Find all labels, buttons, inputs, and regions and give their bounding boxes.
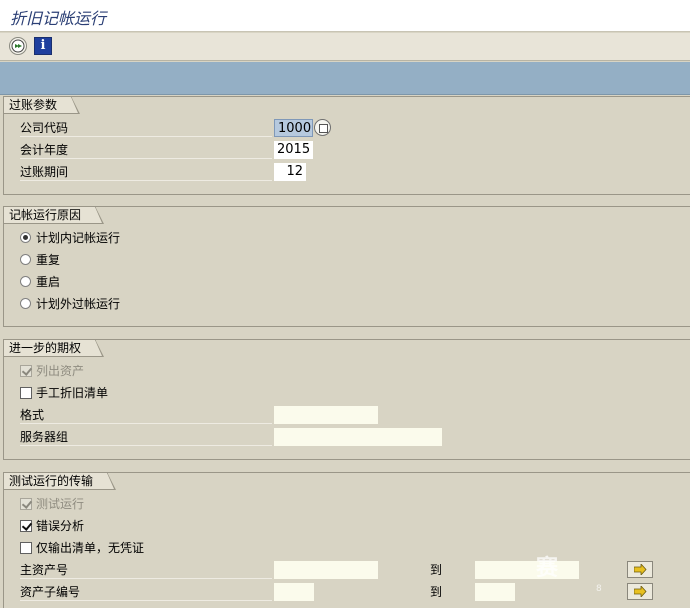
- fiscal-year-row: 会计年度 2015: [4, 141, 690, 159]
- server-group-input[interactable]: [274, 428, 442, 446]
- fiscal-year-label: 会计年度: [20, 141, 272, 159]
- radio-repeat-button[interactable]: [20, 254, 31, 265]
- manual-depreciation-label: 手工折旧清单: [36, 386, 109, 400]
- window-title: 折旧记帐运行: [10, 9, 107, 28]
- error-analysis-checkbox[interactable]: [20, 520, 32, 532]
- format-input[interactable]: [274, 406, 378, 424]
- header-band: [0, 62, 690, 95]
- company-code-row: 公司代码 1000: [4, 119, 690, 137]
- radio-restart-button[interactable]: [20, 276, 31, 287]
- watermark-logo: 赛 8: [536, 550, 686, 602]
- format-row: 格式: [4, 406, 690, 424]
- radio-restart-label: 重启: [36, 275, 61, 289]
- radio-unplanned-run-label: 计划外过帐运行: [36, 297, 121, 311]
- run-reason-title: 记帐运行原因: [4, 206, 105, 224]
- title-bar: 折旧记帐运行: [0, 0, 690, 32]
- run-reason-group: 记帐运行原因 计划内记帐运行 重复 重启 计划外过帐运行: [3, 206, 690, 327]
- sub-number-from-input[interactable]: [274, 583, 314, 601]
- sub-number-label: 资产子编号: [20, 583, 272, 601]
- further-options-group: 进一步的期权 列出资产 手工折旧清单 格式 服务器组: [3, 339, 690, 460]
- radio-unplanned-run-button[interactable]: [20, 298, 31, 309]
- format-label: 格式: [20, 406, 272, 424]
- server-group-label: 服务器组: [20, 428, 272, 446]
- main-asset-label: 主资产号: [20, 561, 272, 579]
- radio-planned-run-button[interactable]: [20, 232, 31, 243]
- test-run-checkbox: [20, 498, 32, 510]
- test-run-label: 测试运行: [36, 497, 85, 511]
- posting-period-label: 过账期间: [20, 163, 272, 181]
- further-options-title: 进一步的期权: [4, 339, 105, 357]
- error-analysis-label: 错误分析: [36, 519, 85, 533]
- list-only-label: 仅输出清单，无凭证: [36, 541, 145, 555]
- radio-planned-run-label: 计划内记帐运行: [36, 231, 121, 245]
- posting-params-title: 过账参数: [4, 96, 81, 114]
- sub-number-to-input[interactable]: [475, 583, 515, 601]
- fiscal-year-input[interactable]: 2015: [274, 141, 313, 159]
- posting-params-group: 过账参数 公司代码 1000 会计年度 2015 过账期间 12: [3, 96, 690, 195]
- test-run-title: 测试运行的传输: [4, 472, 117, 490]
- company-code-input[interactable]: 1000: [274, 119, 313, 137]
- server-group-row: 服务器组: [4, 428, 690, 446]
- info-icon[interactable]: i: [34, 37, 52, 55]
- list-only-checkbox[interactable]: [20, 542, 32, 554]
- posting-period-input[interactable]: 12: [274, 163, 306, 181]
- company-code-label: 公司代码: [20, 119, 272, 137]
- search-help-icon[interactable]: [314, 119, 331, 136]
- execute-icon[interactable]: [9, 37, 27, 55]
- info-glyph: i: [40, 38, 46, 53]
- application-toolbar: i: [0, 33, 690, 61]
- watermark-text: 赛: [536, 556, 561, 581]
- radio-repeat-label: 重复: [36, 253, 61, 267]
- main-asset-to-label: 到: [430, 563, 443, 577]
- posting-period-row: 过账期间 12: [4, 163, 690, 181]
- manual-depreciation-checkbox[interactable]: [20, 387, 32, 399]
- list-assets-label: 列出资产: [36, 364, 85, 378]
- list-assets-checkbox: [20, 365, 32, 377]
- main-asset-from-input[interactable]: [274, 561, 378, 579]
- sub-number-to-label: 到: [430, 585, 443, 599]
- watermark-subtext: 8: [596, 584, 602, 594]
